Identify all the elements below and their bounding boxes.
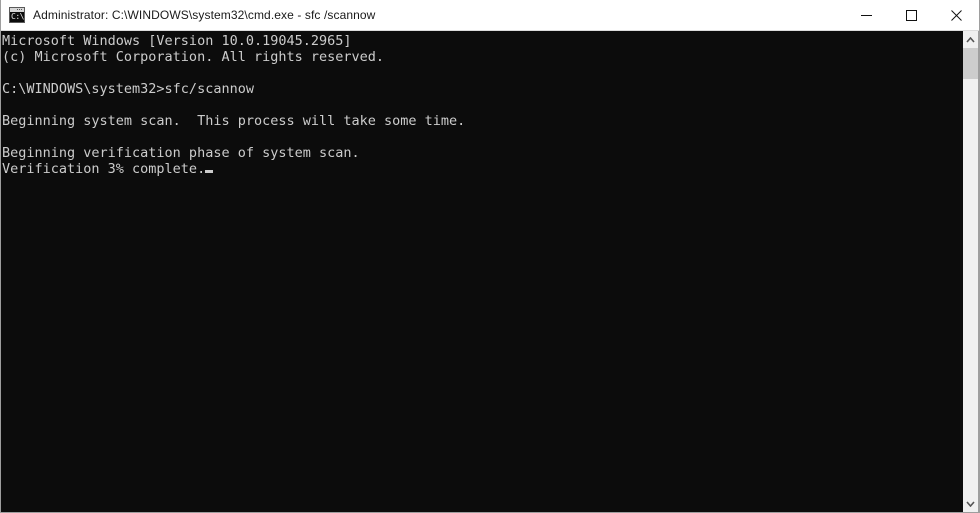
console-line: Beginning system scan. This process will… [2,113,466,129]
console-progress-text: Verification 3% complete. [2,161,206,177]
window-controls [844,0,979,30]
console-scrollbar[interactable] [962,31,979,512]
minimize-button[interactable] [844,0,889,30]
scrollbar-track[interactable] [963,48,978,495]
close-button[interactable] [934,0,979,30]
console-line-progress: Verification 3% complete. [2,161,962,177]
cmd-window: C:\_ Administrator: C:\WINDOWS\system32\… [0,0,980,513]
console-line: Beginning verification phase of system s… [2,145,360,161]
scroll-down-button[interactable] [963,495,978,512]
close-icon [951,9,962,21]
maximize-button[interactable] [889,0,934,30]
scrollbar-thumb[interactable] [963,48,978,79]
window-title: Administrator: C:\WINDOWS\system32\cmd.e… [33,8,376,22]
scroll-up-arrow-icon [966,36,975,43]
console-line: Microsoft Windows [Version 10.0.19045.29… [2,33,352,49]
scroll-up-button[interactable] [963,31,978,48]
cmd-icon-glyph: C:\_ [11,12,24,21]
console-cursor [205,170,214,173]
maximize-icon [906,9,917,21]
console-area: Microsoft Windows [Version 10.0.19045.29… [1,31,979,512]
console-line: (c) Microsoft Corporation. All rights re… [2,49,385,65]
minimize-icon [861,14,872,16]
cmd-icon[interactable]: C:\_ [9,7,25,23]
window-titlebar[interactable]: C:\_ Administrator: C:\WINDOWS\system32\… [1,0,979,31]
scroll-down-arrow-icon [966,500,975,507]
console-output[interactable]: Microsoft Windows [Version 10.0.19045.29… [1,31,962,512]
console-line-prompt: C:\WINDOWS\system32>sfc/scannow [2,81,254,97]
